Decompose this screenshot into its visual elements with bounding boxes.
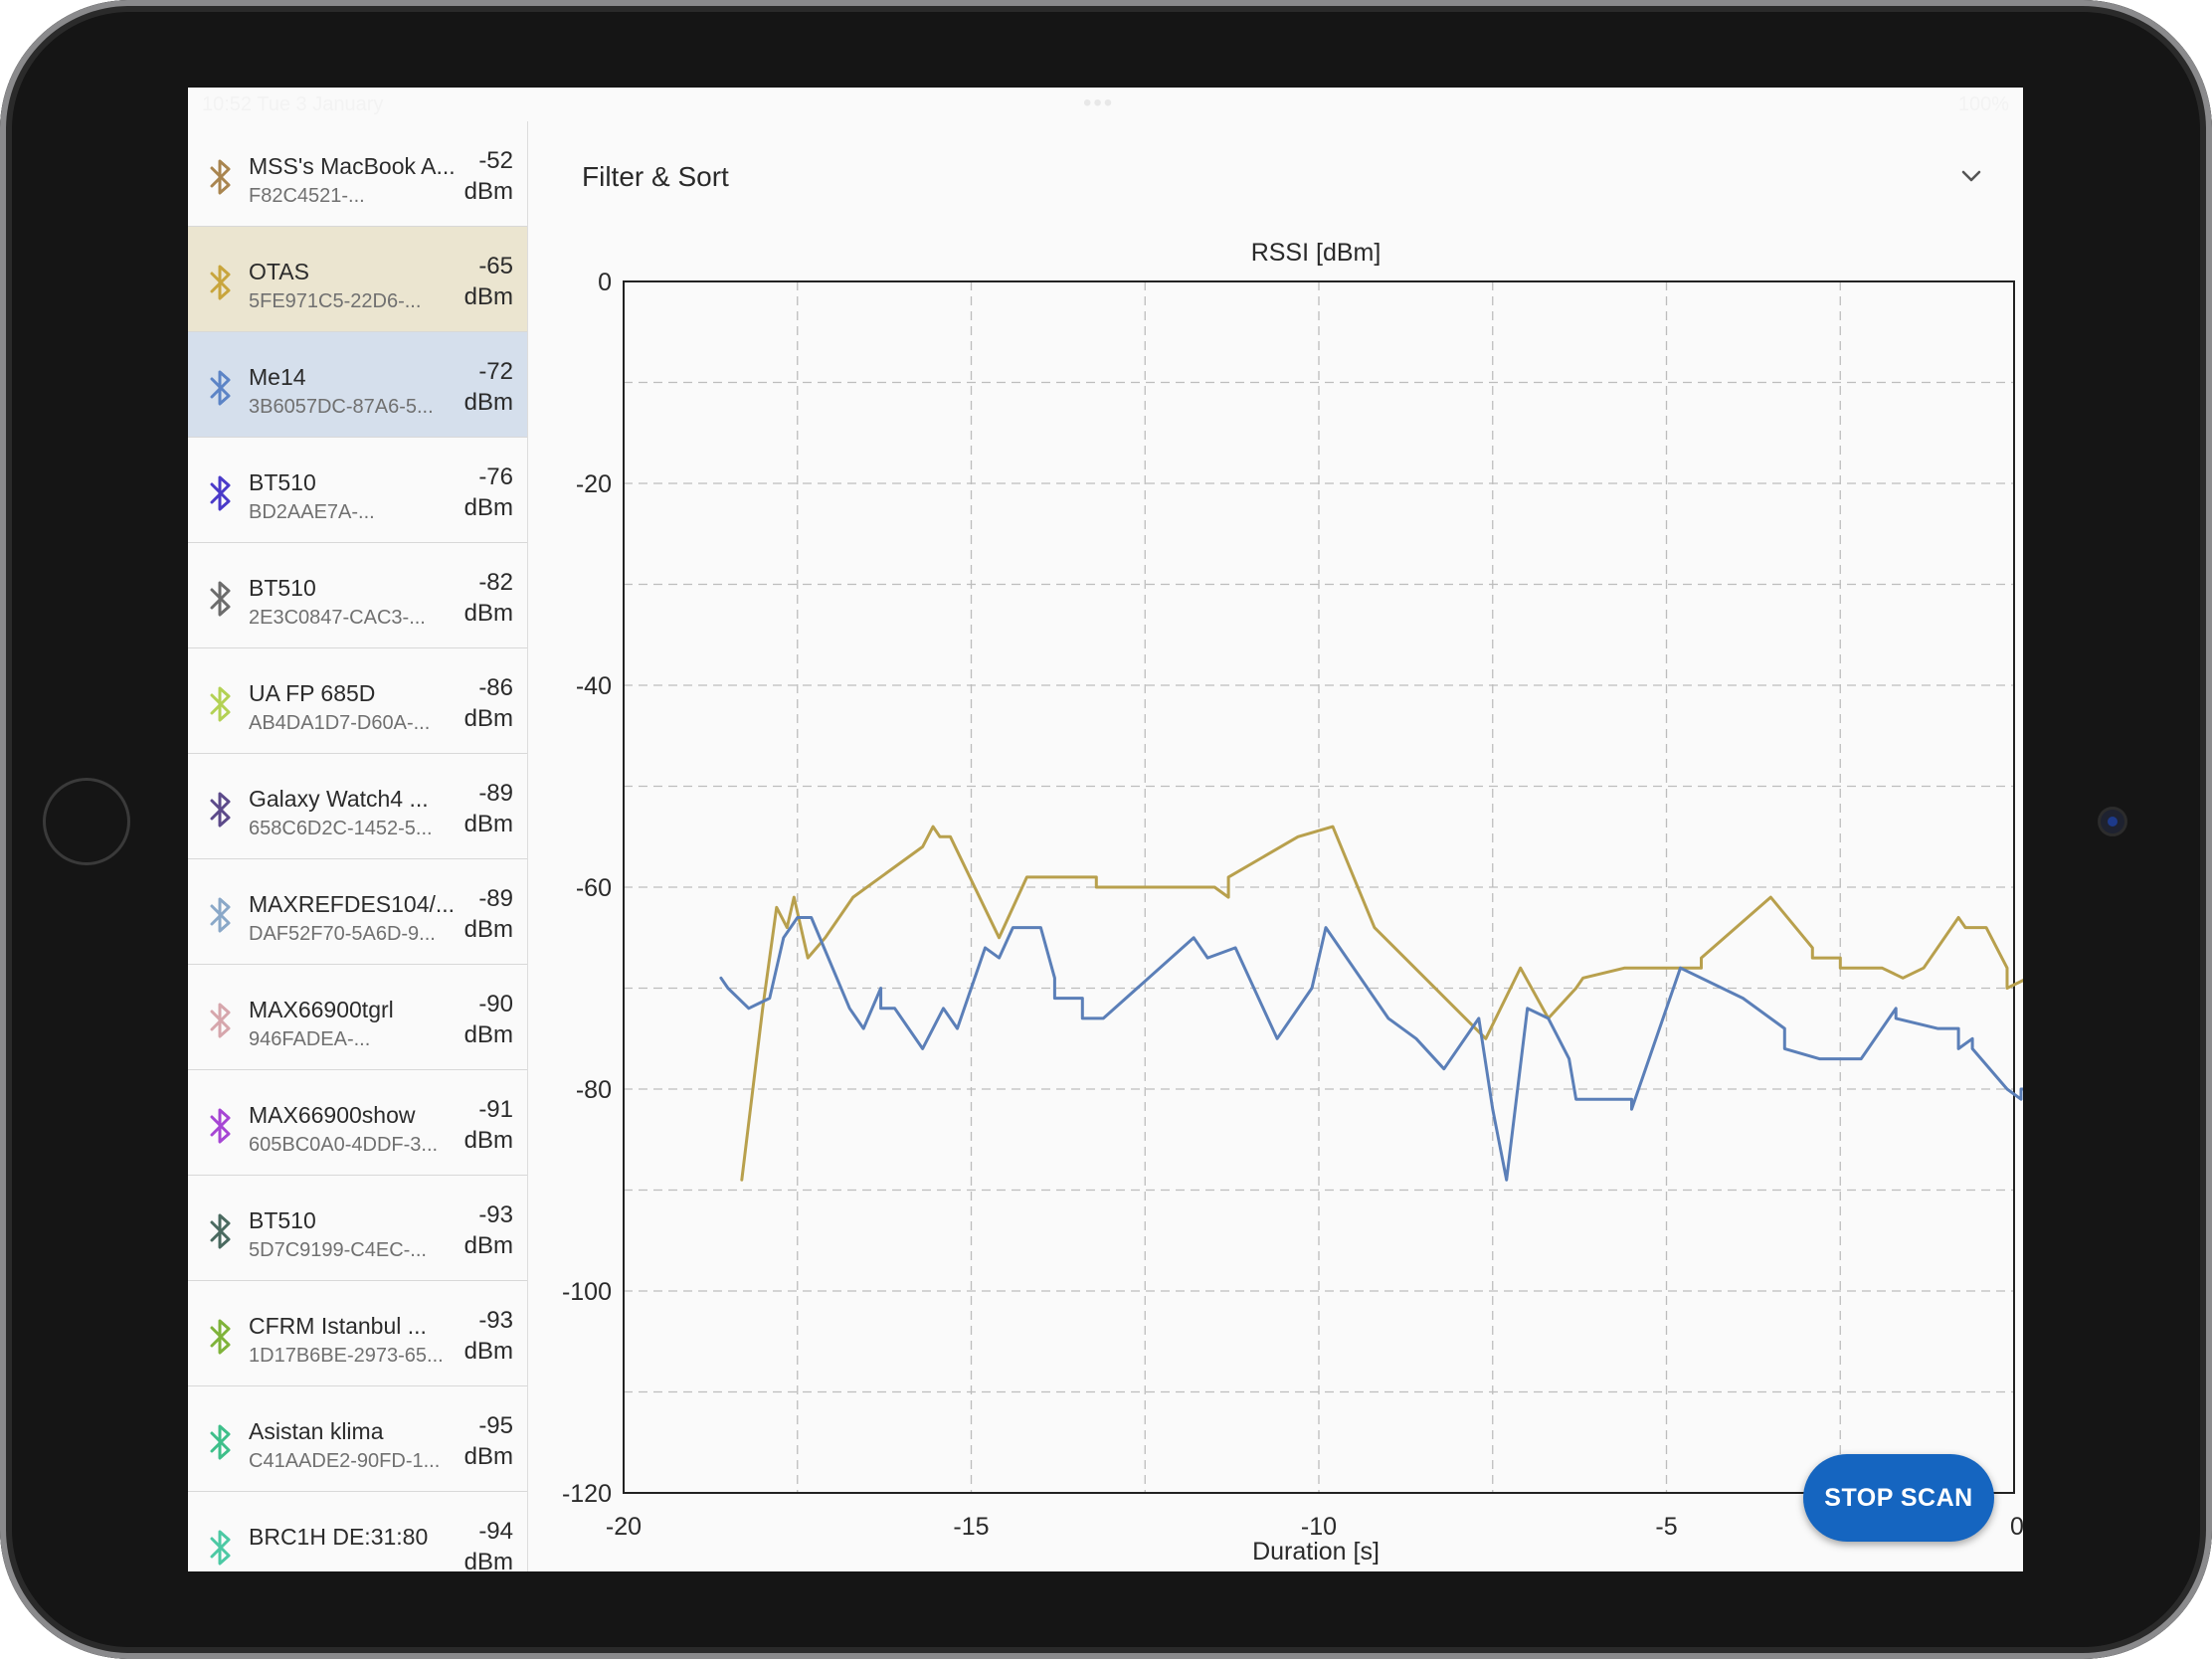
- stop-scan-button[interactable]: STOP SCAN: [1803, 1454, 1994, 1542]
- y-tick-label: -60: [576, 874, 612, 902]
- home-button[interactable]: [43, 778, 130, 865]
- x-tick-label: -10: [1301, 1513, 1337, 1541]
- x-axis-label: Duration [s]: [1252, 1538, 1380, 1566]
- x-tick-label: -15: [953, 1513, 989, 1541]
- app-screen: 10:52 Tue 3 January ••• 100% MSS's MacBo…: [188, 88, 2023, 1571]
- camera-icon: [2101, 810, 2124, 833]
- y-tick-label: -120: [562, 1480, 612, 1508]
- y-tick-label: -100: [562, 1278, 612, 1306]
- y-tick-label: -40: [576, 672, 612, 700]
- x-tick-label: -5: [1655, 1513, 1677, 1541]
- rssi-chart: RSSI [dBm]Duration [s]0-20-40-60-80-100-…: [562, 239, 2023, 1566]
- x-tick-label: -20: [606, 1513, 642, 1541]
- x-tick-label: 0: [2010, 1513, 2023, 1541]
- chart-title: RSSI [dBm]: [1251, 239, 1382, 267]
- y-tick-label: -20: [576, 470, 612, 498]
- y-tick-label: 0: [598, 269, 612, 296]
- y-tick-label: -80: [576, 1076, 612, 1104]
